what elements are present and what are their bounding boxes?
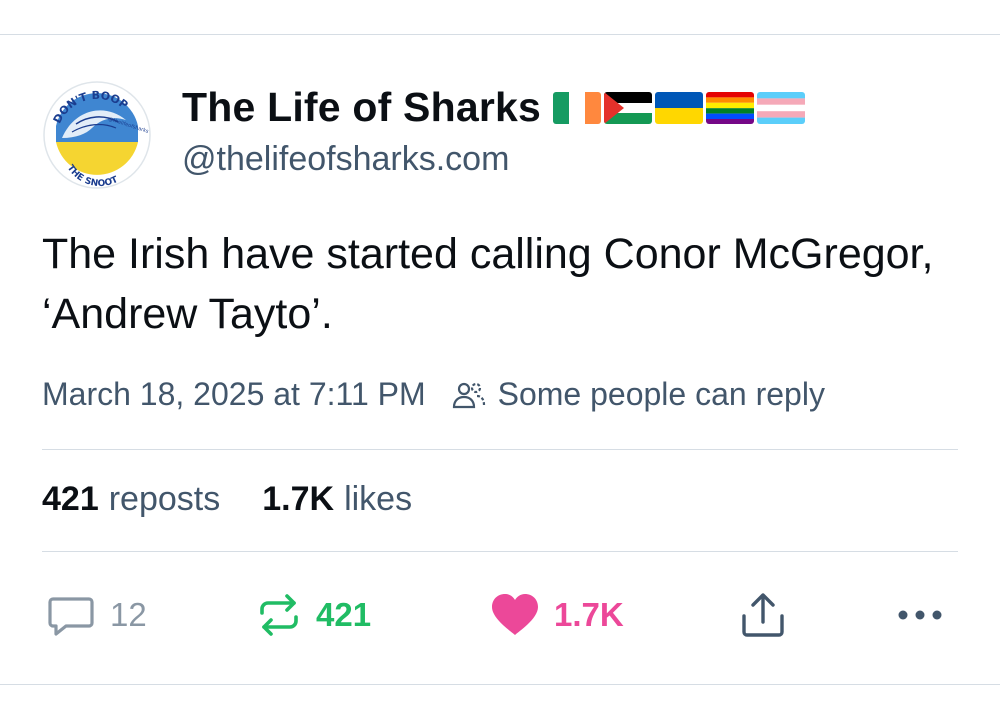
ukraine-flag-icon	[655, 91, 704, 124]
reply-count: 12	[110, 596, 147, 633]
repost-count: 421	[316, 596, 372, 633]
likes-stat[interactable]: 1.7K likes	[262, 480, 412, 519]
share-button[interactable]	[738, 590, 802, 640]
likes-count: 1.7K	[262, 480, 335, 518]
repost-button[interactable]: 421	[256, 590, 371, 640]
people-icon	[452, 380, 486, 410]
likes-label: likes	[344, 480, 413, 518]
like-count: 1.7K	[554, 596, 624, 633]
transgender-flag-icon	[757, 91, 806, 124]
like-button[interactable]: 1.7K	[490, 590, 624, 640]
ireland-flag-icon	[553, 91, 602, 124]
reposts-label: reposts	[108, 480, 221, 518]
avatar[interactable]: DON'T BOOP THE SNOOT @thelifeofsharks	[42, 80, 152, 190]
stats-bottom-divider	[42, 551, 958, 552]
post-meta: March 18, 2025 at 7:11 PM Some people ca…	[42, 376, 825, 413]
post-timestamp[interactable]: March 18, 2025 at 7:11 PM	[42, 376, 426, 413]
share-icon	[738, 590, 788, 640]
palestine-flag-icon	[604, 91, 653, 124]
display-name-text: The Life of Sharks	[182, 84, 542, 130]
heart-icon	[490, 593, 540, 637]
reply-setting[interactable]: Some people can reply	[498, 376, 825, 413]
ellipsis-icon	[896, 607, 944, 623]
bottom-divider	[0, 684, 1000, 685]
reposts-count: 421	[42, 480, 99, 518]
author-handle[interactable]: @thelifeofsharks.com	[182, 140, 509, 179]
reply-button[interactable]: 12	[46, 590, 147, 640]
reply-icon	[46, 593, 96, 637]
repost-icon	[256, 593, 302, 637]
author-display-name[interactable]: The Life of Sharks	[182, 84, 806, 131]
top-divider	[0, 34, 1000, 35]
post-stats: 421 reposts 1.7K likes	[42, 480, 412, 519]
shark-sticker-avatar-icon: DON'T BOOP THE SNOOT @thelifeofsharks	[43, 81, 151, 189]
reposts-stat[interactable]: 421 reposts	[42, 480, 220, 519]
more-options-button[interactable]	[896, 590, 958, 640]
stats-top-divider	[42, 449, 958, 450]
post-text: The Irish have started calling Conor McG…	[42, 230, 934, 338]
action-bar: 12 421 1.7K	[0, 590, 1000, 640]
rainbow-flag-icon	[706, 91, 755, 124]
flag-emojis	[553, 91, 806, 124]
